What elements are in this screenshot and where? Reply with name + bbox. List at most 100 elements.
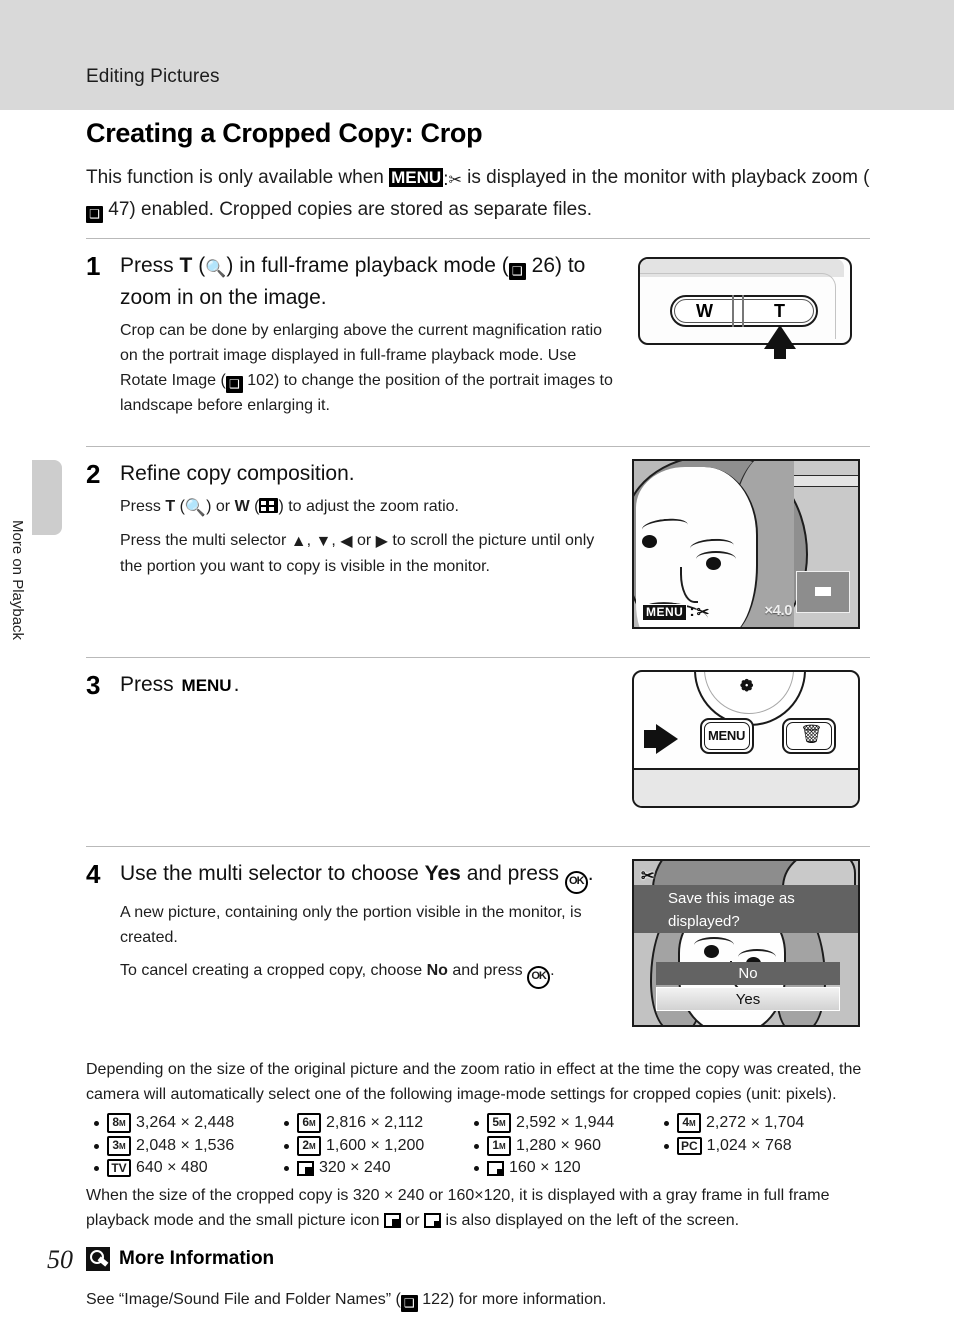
step-4-title: Use the multi selector to choose Yes and… [120,859,620,894]
thumbnail-icon [259,498,279,513]
portrait-eye-left [704,945,719,958]
portrait-eye-left [642,535,657,548]
step-2-description-1: Press T (🔍) or W () to adjust the zoom r… [120,494,620,520]
image-mode-badge: PC [677,1137,702,1155]
tiny-picture-icon [487,1160,504,1176]
image-mode-badge: 4M [677,1113,701,1133]
step-3-body: Press MENU. [120,670,632,818]
image-mode-size: 640 × 480 [136,1159,208,1176]
step-2-number: 2 [86,459,101,489]
step-4-desc2-pre: To cancel creating a cropped copy, choos… [120,962,423,979]
small-picture-icon [297,1160,314,1176]
more-info-ref: 122 [422,1291,449,1308]
step-1-desc-ref: 102 [247,372,274,389]
wide-button-label[interactable]: W [696,301,713,322]
more-information-header: More Information [86,1247,870,1271]
chapter-tab-marker [32,460,62,535]
section-title: Editing Pictures [86,66,220,87]
intro-paragraph: This function is only available when MEN… [86,163,870,224]
bullet-icon [284,1143,289,1149]
reference-book-icon: ❑ [225,376,243,393]
step-4-body: Use the multi selector to choose Yes and… [120,859,632,1027]
step-4-figure: ✂ Save this image as displayed? No Yes [632,859,862,1027]
scissors-icon: ✂ [641,868,655,885]
image-mode-badge: 5M [487,1113,511,1133]
dialog-option-no[interactable]: No [656,962,840,985]
image-mode-size: 1,600 × 1,200 [326,1137,425,1154]
intro-ref-page: 47 [108,199,130,220]
image-mode-size: 1,024 × 768 [706,1137,792,1154]
tele-button-label[interactable]: T [774,301,785,322]
step-1-description: Crop can be done by enlarging above the … [120,318,620,418]
arrow-up-icon: ▲ [290,533,307,550]
step-1-figure: W T [632,251,862,418]
step-4-description-2: To cancel creating a cropped copy, choos… [120,958,620,989]
arrow-right-icon: ▶ [375,533,388,550]
yes-choice-label: Yes [424,862,461,885]
step-1-title-pre: Press [120,254,174,277]
step-4-title-mid: and press [466,862,559,885]
bullet-icon [664,1143,669,1149]
zoom-ratio-label: ×4.0 [764,602,792,619]
step-2-or-2: or [356,532,372,549]
menu-icon: MENU [389,168,444,187]
magnifier-note-icon [86,1247,110,1271]
step-2-title: Refine copy composition. [120,462,355,485]
more-information-body: See “Image/Sound File and Folder Names” … [86,1287,870,1312]
step-3-figure: ❁ MENU 🗑 [632,670,862,818]
image-mode-size: 2,048 × 1,536 [136,1137,235,1154]
reference-book-icon: ❑ [508,263,526,280]
image-mode-item: 8M 3,264 × 2,448 [94,1113,284,1133]
bullet-icon [94,1120,99,1126]
image-mode-size: 1,280 × 960 [516,1137,601,1154]
image-mode-list: 8M 3,264 × 2,448 6M 2,816 × 2,112 5M 2,5… [94,1113,870,1177]
rocker-divider-left [732,295,734,327]
step-3-title: Press MENU. [120,670,620,699]
monitor-menu-scissors-indicator: MENU : ✂ [642,603,709,621]
chapter-vertical-label: More on Playback [9,520,26,641]
wide-key-label: W [234,498,250,515]
pointer-arrow-icon [656,724,678,754]
step-2-desc1-post: to adjust the zoom ratio. [288,498,459,515]
camera-back-menu-button: ❁ MENU 🗑 [632,670,860,808]
more-info-pre: See “Image/Sound File and Folder Names” … [86,1291,401,1308]
cropped-preview-monitor: MENU : ✂ ×4.0 [632,459,860,629]
step-4-desc2-mid: and press [452,962,523,979]
image-mode-item: 1M 1,280 × 960 [474,1136,664,1156]
step-2-body: Refine copy composition. Press T (🔍) or … [120,459,632,629]
page-content: Creating a Cropped Copy: Crop This funct… [86,118,870,1328]
image-mode-item: 6M 2,816 × 2,112 [284,1113,474,1133]
magnifier-icon: 🔍 [184,498,207,517]
step-1-ref: 26 [531,254,555,277]
reference-book-icon: ❑ [86,206,103,223]
image-mode-item: 5M 2,592 × 1,944 [474,1113,664,1133]
more-information-title: More Information [119,1248,275,1269]
no-choice-label: No [426,962,448,979]
intro-text-part2: is displayed in the monitor with playbac… [467,167,870,188]
step-3-number: 3 [86,670,101,700]
bullet-icon [284,1165,289,1171]
image-mode-badge: 1M [487,1136,511,1156]
step-4-desc2-post: . [550,962,555,979]
zoom-rocker-illustration: W T [632,251,860,363]
dialog-option-yes[interactable]: Yes [656,987,840,1011]
macro-mode-icon: ❁ [740,678,754,695]
step-1: 1 Press T (🔍) in full-frame playback mod… [86,239,870,432]
image-mode-badge: TV [107,1159,131,1177]
arrow-down-icon: ▼ [315,533,332,550]
step-1-title: Press T (🔍) in full-frame playback mode … [120,254,586,309]
colon-separator: : [689,603,695,620]
step-1-number: 1 [86,251,101,281]
dialog-message: Save this image as displayed? [634,885,858,933]
image-mode-item: PC 1,024 × 768 [664,1136,854,1156]
zoom-rocker-inner[interactable] [674,299,814,323]
image-mode-size: 2,816 × 2,112 [326,1114,424,1131]
page-header-band [0,0,954,110]
bullet-icon [94,1165,99,1171]
arrow-left-icon: ◀ [340,533,353,550]
navigation-indicator-box [796,571,850,613]
bullet-icon [474,1120,479,1126]
ok-button-icon: OK [564,871,588,894]
bullet-icon [474,1165,479,1171]
step-3-title-post: . [233,673,240,696]
